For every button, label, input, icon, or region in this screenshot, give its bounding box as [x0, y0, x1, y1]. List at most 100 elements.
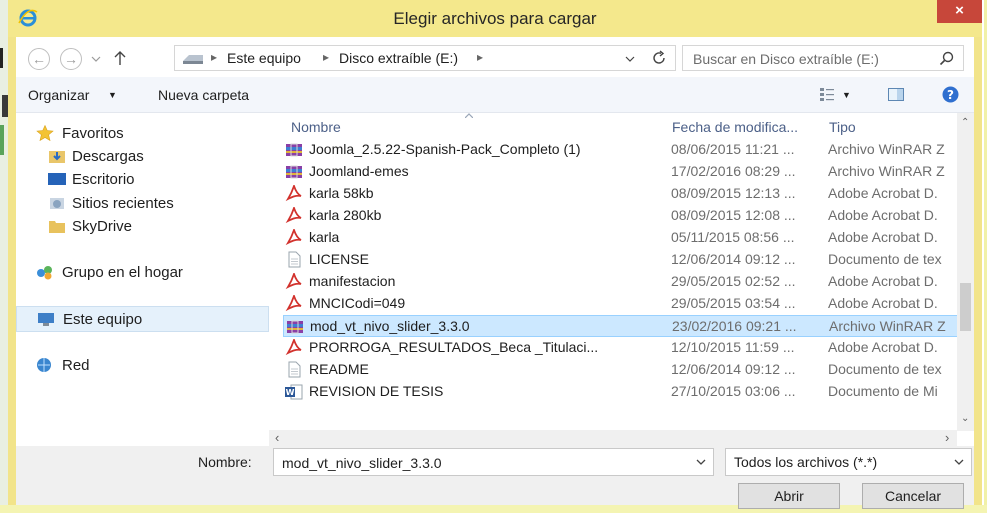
nav-homegroup[interactable]: Grupo en el hogar — [16, 260, 269, 286]
file-row[interactable]: MNCICodi=049 29/05/2015 03:54 ... Adobe Ac… — [283, 293, 973, 315]
help-icon[interactable]: ? — [942, 86, 959, 103]
nav-label: Red — [62, 357, 90, 374]
file-name: REVISION DE TESIS — [309, 383, 444, 399]
filename-input[interactable] — [280, 453, 684, 473]
winrar-icon — [285, 163, 303, 180]
file-row[interactable]: Joomla_2.5.22-Spanish-Pack_Completo (1) 0… — [283, 139, 973, 161]
downloads-folder-icon — [49, 151, 65, 163]
breadcrumb-drive[interactable]: Disco extraíble (E:) — [339, 50, 458, 66]
back-button[interactable]: ← — [28, 48, 50, 70]
file-name: karla 58kb — [309, 185, 374, 201]
text-file-icon — [285, 251, 303, 268]
sort-ascending-icon — [465, 113, 473, 118]
scroll-up-icon[interactable]: ⌃ — [961, 117, 969, 128]
address-dropdown-icon[interactable] — [625, 55, 635, 63]
breadcrumb-separator-icon: ▸ — [211, 50, 218, 64]
file-row[interactable]: karla 58kb 08/09/2015 12:13 ... Adobe Acro… — [283, 183, 973, 205]
filename-combobox[interactable] — [273, 448, 714, 476]
file-type: Archivo WinRAR Z — [829, 318, 946, 334]
winrar-icon — [285, 141, 303, 158]
file-row[interactable]: mod_vt_nivo_slider_3.3.0 23/02/2016 09:21… — [283, 315, 973, 337]
scroll-right-icon[interactable]: › — [945, 430, 949, 445]
pdf-icon — [285, 183, 303, 202]
navigation-pane: Favoritos Descargas Escritorio Sitios re… — [16, 113, 269, 431]
refresh-icon[interactable] — [651, 50, 667, 66]
scroll-down-icon[interactable]: ⌄ — [961, 413, 969, 424]
pdf-icon — [285, 271, 303, 290]
file-row[interactable]: karla 280kb 08/09/2015 12:08 ... Adobe Acr… — [283, 205, 973, 227]
cancel-button[interactable]: Cancelar — [862, 483, 964, 509]
file-row[interactable]: W REVISION DE TESIS 27/10/2015 03:06 ... Do… — [283, 381, 973, 403]
nav-label: Este equipo — [63, 311, 143, 328]
breadcrumb-this-pc[interactable]: Este equipo — [227, 50, 301, 66]
file-open-dialog: Elegir archivos para cargar × ← → ▸ Este… — [8, 0, 982, 509]
file-date: 12/10/2015 11:59 ... — [671, 339, 795, 355]
pdf-icon — [285, 293, 303, 312]
background-mark — [0, 125, 4, 155]
file-row[interactable]: README 12/06/2014 09:12 ... Documento de t… — [283, 359, 973, 381]
view-options-icon[interactable] — [820, 88, 834, 101]
file-type: Adobe Acrobat D. — [828, 185, 938, 201]
search-icon[interactable] — [939, 51, 954, 66]
nav-label: Descargas — [72, 148, 144, 165]
file-type: Archivo WinRAR Z — [828, 141, 945, 157]
vertical-scroll-thumb[interactable] — [960, 283, 971, 331]
recent-places-icon — [50, 198, 64, 209]
nav-this-pc[interactable]: Este equipo — [16, 306, 269, 332]
file-type: Adobe Acrobat D. — [828, 273, 938, 289]
file-name: PRORROGA_RESULTADOS_Beca _Titulaci... — [309, 339, 599, 355]
column-header-name[interactable]: Nombre — [291, 119, 341, 135]
svg-text:W: W — [286, 388, 295, 397]
file-date: 08/06/2015 11:21 ... — [671, 141, 795, 157]
file-type: Adobe Acrobat D. — [828, 207, 938, 223]
nav-network[interactable]: Red — [16, 353, 269, 379]
recent-locations-chevron-icon[interactable] — [91, 55, 101, 63]
column-header-date[interactable]: Fecha de modifica... — [672, 119, 798, 135]
horizontal-scrollbar[interactable]: ‹ › — [269, 430, 957, 446]
filetype-select[interactable]: Todos los archivos (*.*) — [725, 448, 972, 476]
file-row[interactable]: Joomland-emes 17/02/2016 08:29 ... Archivo… — [283, 161, 973, 183]
desktop-icon — [48, 173, 66, 185]
vertical-scrollbar[interactable]: ⌃ ⌄ — [957, 113, 974, 431]
file-row[interactable]: LICENSE 12/06/2014 09:12 ... Documento de … — [283, 249, 973, 271]
new-folder-button[interactable]: Nueva carpeta — [158, 87, 249, 103]
organize-dropdown-icon[interactable]: ▼ — [108, 90, 117, 100]
pdf-icon — [285, 337, 303, 356]
pdf-icon — [285, 227, 303, 246]
address-bar[interactable]: ▸ Este equipo ▸ Disco extraíble (E:) ▸ — [174, 45, 676, 71]
nav-desktop[interactable]: Escritorio — [16, 167, 269, 193]
winrar-icon — [286, 318, 304, 335]
computer-icon — [38, 313, 54, 326]
search-box[interactable] — [682, 45, 964, 71]
view-dropdown-icon[interactable]: ▼ — [842, 90, 851, 100]
nav-skydrive[interactable]: SkyDrive — [16, 214, 269, 240]
column-header-type[interactable]: Tipo — [829, 119, 856, 135]
close-button[interactable]: × — [937, 0, 982, 23]
file-name: README — [309, 361, 369, 377]
drive-icon — [183, 55, 203, 64]
file-type: Adobe Acrobat D. — [828, 295, 938, 311]
organize-button[interactable]: Organizar — [28, 87, 89, 103]
nav-label: Escritorio — [72, 171, 135, 188]
file-name: MNCICodi=049 — [309, 295, 406, 311]
file-date: 12/06/2014 09:12 ... — [671, 361, 796, 377]
preview-pane-icon[interactable] — [888, 88, 904, 101]
open-button[interactable]: Abrir — [738, 483, 840, 509]
file-row[interactable]: karla 05/11/2015 08:56 ... Adobe Acrobat D… — [283, 227, 973, 249]
file-date: 23/02/2016 09:21 ... — [672, 318, 797, 334]
file-row[interactable]: manifestacion 29/05/2015 02:52 ... Adobe A… — [283, 271, 973, 293]
bottom-panel: Nombre: Todos los archivos (*.*) Abrir C… — [16, 446, 974, 509]
search-input[interactable] — [691, 48, 935, 70]
filename-dropdown-icon[interactable] — [696, 458, 706, 466]
file-type: Documento de tex — [828, 251, 942, 267]
svg-text:?: ? — [947, 88, 954, 102]
scroll-left-icon[interactable]: ‹ — [275, 430, 279, 445]
forward-button[interactable]: → — [60, 48, 82, 70]
file-row[interactable]: PRORROGA_RESULTADOS_Beca _Titulaci... 12/… — [283, 337, 973, 359]
file-name: karla — [309, 229, 340, 245]
file-name: Joomland-emes — [309, 163, 409, 179]
up-arrow-icon[interactable] — [113, 50, 127, 66]
file-date: 12/06/2014 09:12 ... — [671, 251, 796, 267]
filetype-dropdown-icon[interactable] — [954, 458, 964, 466]
homegroup-icon — [37, 266, 52, 280]
